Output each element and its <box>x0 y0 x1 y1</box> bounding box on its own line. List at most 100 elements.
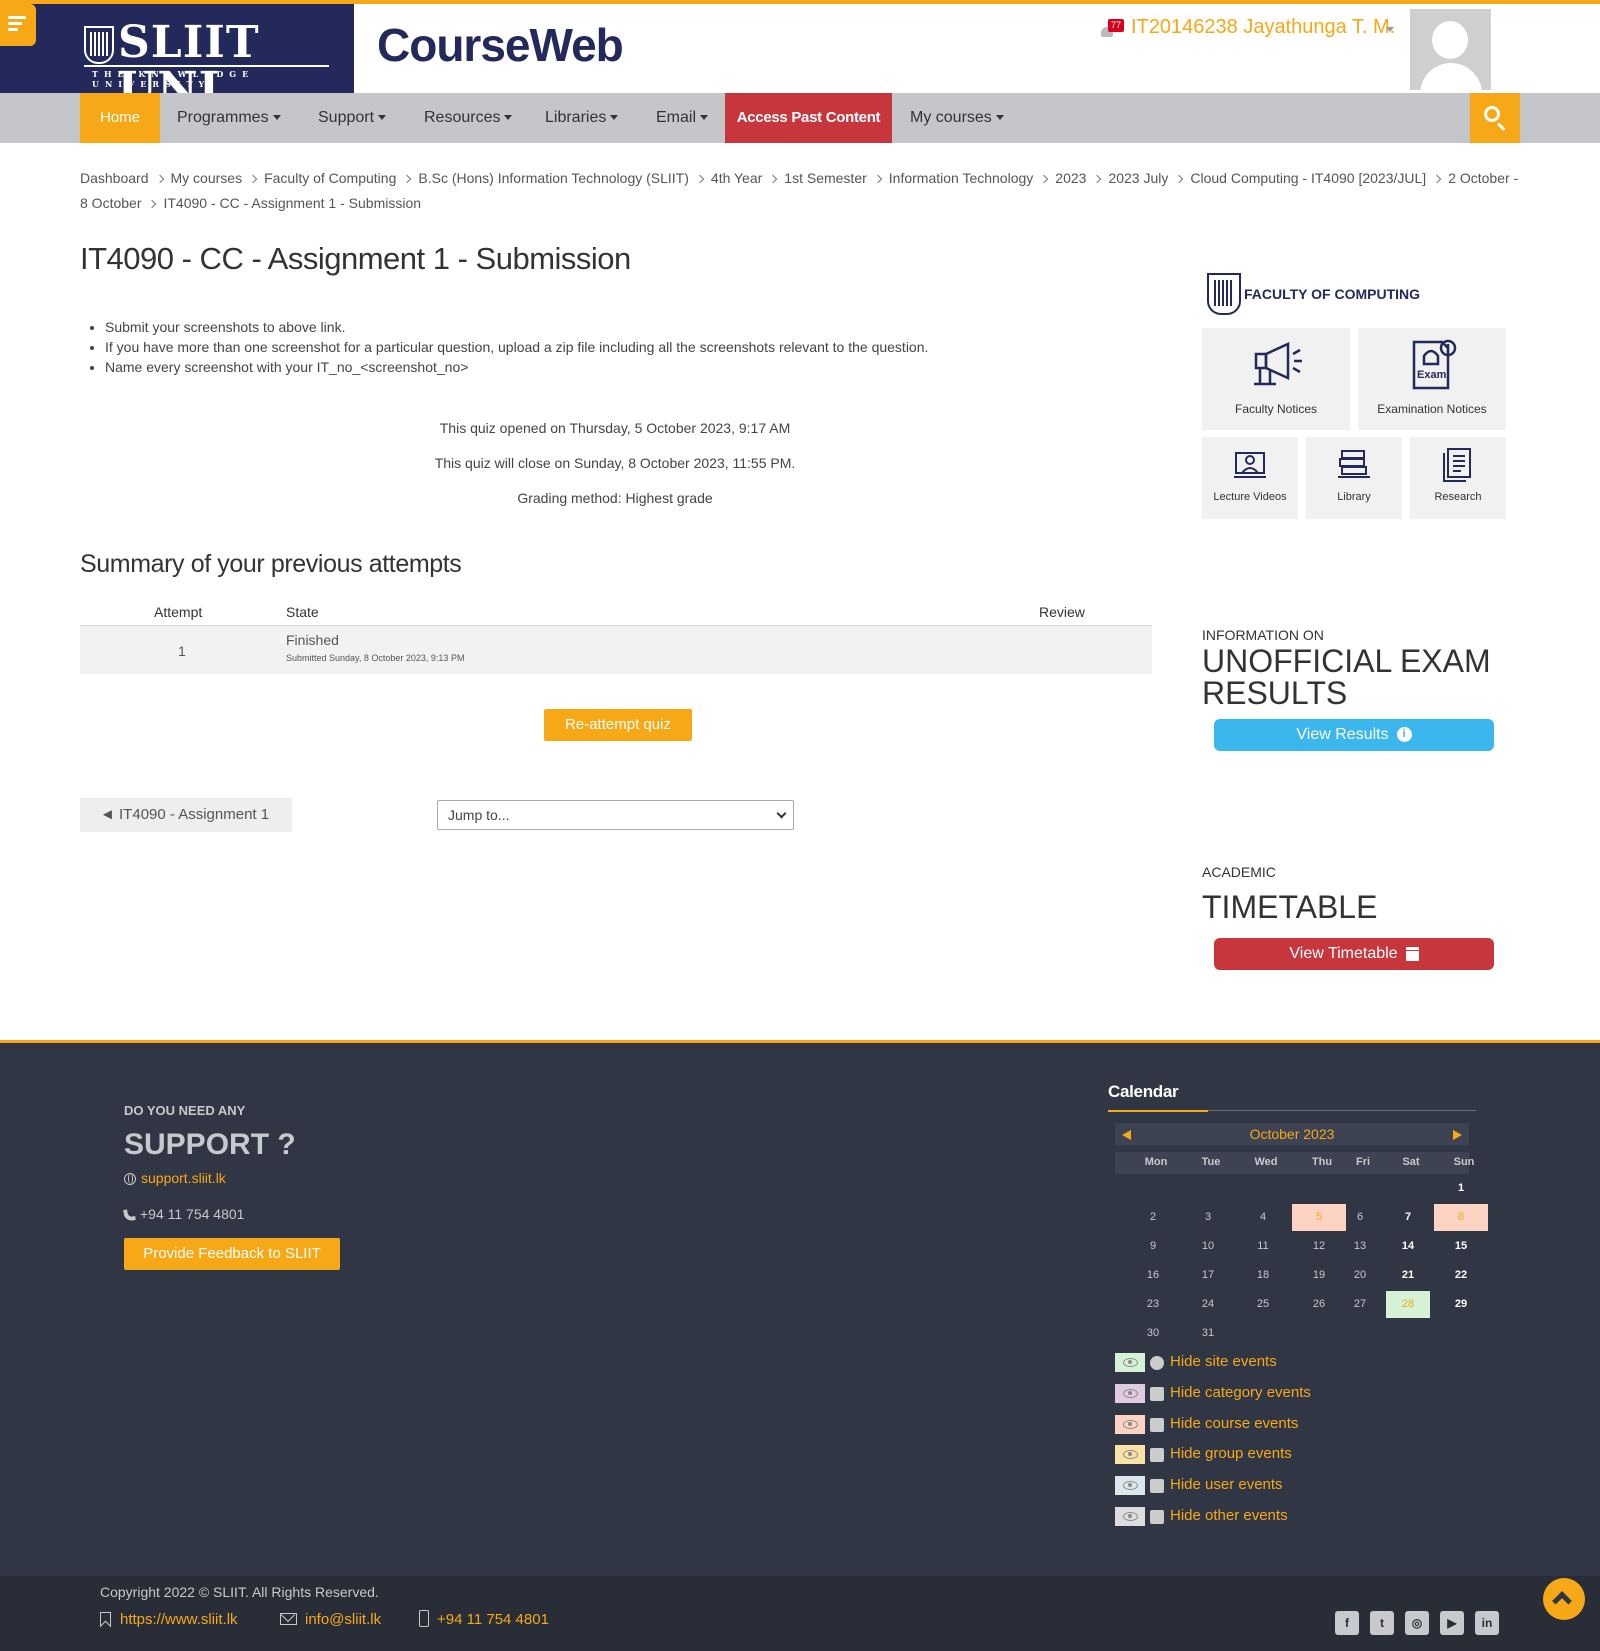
calendar-day[interactable]: 27 <box>1342 1291 1378 1318</box>
chevron-right-icon <box>769 174 778 184</box>
calendar-day[interactable]: 14 <box>1386 1233 1430 1260</box>
eye-icon <box>1123 1450 1138 1459</box>
calendar-next-month-icon[interactable] <box>1453 1130 1462 1140</box>
exam-results-heading-2: RESULTS <box>1202 675 1348 711</box>
breadcrumb-item[interactable]: Dashboard <box>80 170 149 186</box>
calendar-day[interactable]: 1 <box>1434 1175 1488 1202</box>
exam-results-heading-1: UNOFFICIAL EXAM <box>1202 643 1491 679</box>
youtube-icon[interactable]: ▶ <box>1440 1611 1464 1635</box>
calendar-day[interactable]: 11 <box>1236 1233 1290 1260</box>
nav-my-courses[interactable]: My courses <box>910 93 1004 143</box>
feedback-button[interactable]: Provide Feedback to SLIIT <box>124 1238 340 1270</box>
avatar[interactable] <box>1410 9 1491 90</box>
view-timetable-button[interactable]: View Timetable <box>1214 938 1494 970</box>
calendar-day[interactable]: 8 <box>1434 1204 1488 1231</box>
calendar-day[interactable]: 7 <box>1386 1204 1430 1231</box>
nav-email-label: Email <box>656 109 697 126</box>
faculty-notices-tile[interactable]: Faculty Notices <box>1202 328 1350 430</box>
calendar-day[interactable]: 17 <box>1181 1262 1235 1289</box>
nav-access-past-content[interactable]: Access Past Content <box>725 93 892 143</box>
courseweb-brand[interactable]: CourseWeb <box>377 18 624 72</box>
calendar-day[interactable]: 20 <box>1342 1262 1378 1289</box>
instagram-icon[interactable]: ◎ <box>1405 1611 1429 1635</box>
nav-programmes[interactable]: Programmes <box>177 93 281 143</box>
website-link[interactable]: https://www.sliit.lk <box>120 1611 238 1628</box>
nav-resources[interactable]: Resources <box>424 93 513 143</box>
breadcrumb-item[interactable]: 1st Semester <box>784 170 866 186</box>
nav-libraries[interactable]: Libraries <box>545 93 619 143</box>
nav-support[interactable]: Support <box>318 93 387 143</box>
calendar-day[interactable]: 21 <box>1386 1262 1430 1289</box>
examination-notices-tile[interactable]: Exam Examination Notices <box>1358 328 1506 430</box>
linkedin-icon[interactable]: in <box>1475 1611 1499 1635</box>
chevron-right-icon <box>1040 174 1049 184</box>
table-header-attempt: Attempt <box>154 604 203 620</box>
calendar-day[interactable]: 22 <box>1434 1262 1488 1289</box>
support-site-link[interactable]: support.sliit.lk <box>124 1170 226 1186</box>
sliit-logo[interactable]: SLIIT UNI THE KNOWLEDGE UNIVERSITY <box>0 4 354 112</box>
breadcrumb-item[interactable]: Faculty of Computing <box>264 170 396 186</box>
calendar-day[interactable]: 26 <box>1292 1291 1346 1318</box>
email-link[interactable]: info@sliit.lk <box>305 1611 381 1628</box>
calendar-day[interactable]: 15 <box>1434 1233 1488 1260</box>
menu-toggle-button[interactable] <box>0 4 36 46</box>
calendar-day[interactable]: 23 <box>1126 1291 1180 1318</box>
calendar-month-link[interactable]: October 2023 <box>1115 1126 1469 1142</box>
calendar-day[interactable]: 9 <box>1126 1233 1180 1260</box>
breadcrumb-item[interactable]: My courses <box>171 170 243 186</box>
calendar-day[interactable]: 31 <box>1181 1320 1235 1347</box>
breadcrumb-item[interactable]: 2023 <box>1055 170 1086 186</box>
calendar-day[interactable]: 4 <box>1236 1204 1290 1231</box>
view-results-button[interactable]: View Results i <box>1214 719 1494 751</box>
breadcrumb-item[interactable]: 4th Year <box>711 170 762 186</box>
chevron-right-icon <box>1175 174 1184 184</box>
search-button[interactable] <box>1470 93 1520 143</box>
calendar-day[interactable]: 2 <box>1126 1204 1180 1231</box>
phone-link[interactable]: +94 11 754 4801 <box>437 1611 549 1628</box>
breadcrumb-item[interactable]: Information Technology <box>889 170 1034 186</box>
faculty-title: FACULTY OF COMPUTING <box>1244 286 1421 302</box>
previous-activity-link[interactable]: ◄ IT4090 - Assignment 1 <box>80 798 292 832</box>
library-tile[interactable]: Library <box>1306 437 1402 519</box>
calendar-day[interactable]: 3 <box>1181 1204 1235 1231</box>
calendar-day[interactable]: 30 <box>1126 1320 1180 1347</box>
globe-icon <box>1150 1356 1164 1370</box>
calendar-day[interactable]: 5 <box>1292 1204 1346 1231</box>
calendar-day[interactable]: 12 <box>1292 1233 1346 1260</box>
user-menu[interactable]: IT20146238 Jayathunga T. M. <box>1131 16 1395 39</box>
globe-icon <box>124 1173 136 1186</box>
breadcrumb-item[interactable]: 2023 July <box>1108 170 1168 186</box>
research-tile[interactable]: Research <box>1410 437 1506 519</box>
calendar-day[interactable]: 28 <box>1386 1291 1430 1318</box>
user-menu-caret-icon[interactable] <box>1386 27 1394 32</box>
breadcrumb-item[interactable]: B.Sc (Hons) Information Technology (SLII… <box>418 170 689 186</box>
calendar-day[interactable]: 16 <box>1126 1262 1180 1289</box>
nav-home[interactable]: Home <box>80 93 160 143</box>
caret-down-icon <box>272 115 281 121</box>
instructions-list: Submit your screenshots to above link. I… <box>105 317 928 377</box>
view-results-label: View Results <box>1296 726 1389 743</box>
eye-icon <box>1123 1420 1138 1429</box>
calendar-day[interactable]: 19 <box>1292 1262 1346 1289</box>
calendar-day[interactable]: 13 <box>1342 1233 1378 1260</box>
support-kicker: DO YOU NEED ANY <box>124 1103 246 1118</box>
calendar-day[interactable]: 10 <box>1181 1233 1235 1260</box>
lecture-videos-tile[interactable]: Lecture Videos <box>1202 437 1298 519</box>
facebook-icon[interactable]: f <box>1335 1611 1359 1635</box>
calendar-day[interactable]: 25 <box>1236 1291 1290 1318</box>
nav-resources-label: Resources <box>424 109 501 126</box>
calendar-day[interactable]: 18 <box>1236 1262 1290 1289</box>
calendar-day[interactable]: 6 <box>1342 1204 1378 1231</box>
breadcrumb-item-current[interactable]: IT4090 - CC - Assignment 1 - Submission <box>163 195 421 211</box>
breadcrumb-item[interactable]: Cloud Computing - IT4090 [2023/JUL] <box>1190 170 1426 186</box>
calendar-day[interactable]: 24 <box>1181 1291 1235 1318</box>
calendar-day[interactable]: 29 <box>1434 1291 1488 1318</box>
twitter-icon[interactable]: t <box>1370 1611 1394 1635</box>
faculty-notices-label: Faculty Notices <box>1234 402 1318 416</box>
reattempt-quiz-button[interactable]: Re-attempt quiz <box>544 709 692 741</box>
chevron-down-icon <box>776 808 787 819</box>
jump-to-select[interactable]: Jump to... <box>437 800 794 830</box>
nav-email[interactable]: Email <box>656 93 709 143</box>
back-to-top-button[interactable] <box>1543 1578 1585 1620</box>
chevron-right-icon <box>248 174 258 184</box>
